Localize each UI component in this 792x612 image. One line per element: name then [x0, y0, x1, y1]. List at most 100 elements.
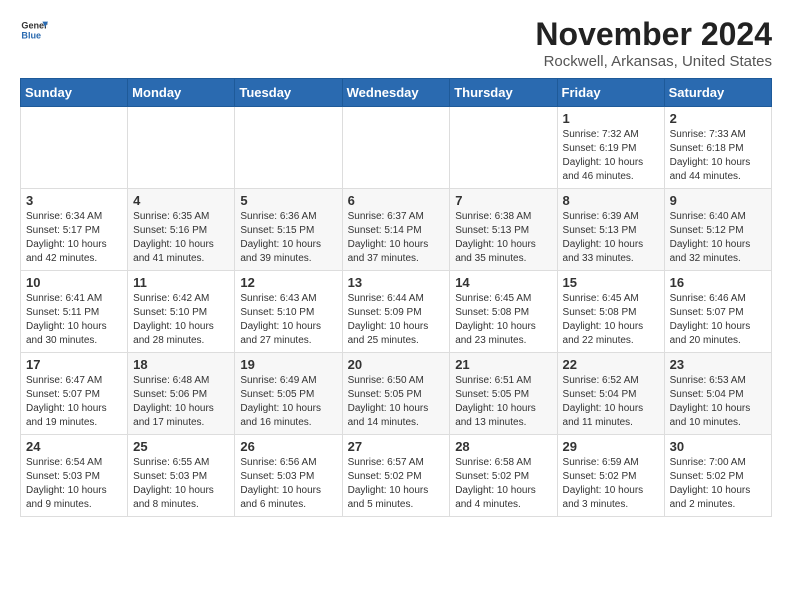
day-number: 11 [133, 275, 229, 290]
calendar-cell: 25 Sunrise: 6:55 AM Sunset: 5:03 PM Dayli… [128, 435, 235, 517]
day-info: Sunrise: 6:46 AM Sunset: 5:07 PM Dayligh… [670, 292, 766, 348]
day-number: 18 [133, 357, 229, 372]
calendar-cell [21, 107, 128, 189]
day-info: Sunrise: 6:35 AM Sunset: 5:16 PM Dayligh… [133, 210, 229, 266]
day-number: 21 [455, 357, 551, 372]
calendar-table: SundayMondayTuesdayWednesdayThursdayFrid… [20, 78, 772, 517]
calendar-cell [342, 107, 450, 189]
day-number: 12 [240, 275, 336, 290]
weekday-header-tuesday: Tuesday [235, 79, 342, 107]
calendar-cell: 15 Sunrise: 6:45 AM Sunset: 5:08 PM Dayli… [557, 271, 664, 353]
calendar-cell: 1 Sunrise: 7:32 AM Sunset: 6:19 PM Daylig… [557, 107, 664, 189]
logo-icon: General Blue [20, 16, 48, 44]
calendar-week-row: 10 Sunrise: 6:41 AM Sunset: 5:11 PM Dayli… [21, 271, 772, 353]
calendar-week-row: 17Sunrise: 6:47 AM Sunset: 5:07 PM Dayli… [21, 353, 772, 435]
day-number: 3 [26, 193, 122, 208]
day-number: 29 [563, 439, 659, 454]
day-number: 20 [348, 357, 445, 372]
calendar-cell: 14Sunrise: 6:45 AM Sunset: 5:08 PM Dayli… [450, 271, 557, 353]
day-number: 4 [133, 193, 229, 208]
day-info: Sunrise: 6:57 AM Sunset: 5:02 PM Dayligh… [348, 456, 445, 512]
day-info: Sunrise: 6:44 AM Sunset: 5:09 PM Dayligh… [348, 292, 445, 348]
month-title: November 2024 [535, 16, 772, 53]
day-info: Sunrise: 6:39 AM Sunset: 5:13 PM Dayligh… [563, 210, 659, 266]
calendar-week-row: 1 Sunrise: 7:32 AM Sunset: 6:19 PM Daylig… [21, 107, 772, 189]
day-info: Sunrise: 6:47 AM Sunset: 5:07 PM Dayligh… [26, 374, 122, 430]
day-number: 19 [240, 357, 336, 372]
calendar-cell: 29 Sunrise: 6:59 AM Sunset: 5:02 PM Dayli… [557, 435, 664, 517]
calendar-cell: 10 Sunrise: 6:41 AM Sunset: 5:11 PM Dayli… [21, 271, 128, 353]
day-number: 8 [563, 193, 659, 208]
calendar-cell: 5 Sunrise: 6:36 AM Sunset: 5:15 PM Daylig… [235, 189, 342, 271]
day-info: Sunrise: 7:33 AM Sunset: 6:18 PM Dayligh… [670, 128, 766, 184]
logo: General Blue [20, 16, 48, 44]
day-number: 9 [670, 193, 766, 208]
calendar-cell: 11 Sunrise: 6:42 AM Sunset: 5:10 PM Dayli… [128, 271, 235, 353]
weekday-header-monday: Monday [128, 79, 235, 107]
day-info: Sunrise: 6:56 AM Sunset: 5:03 PM Dayligh… [240, 456, 336, 512]
weekday-header-sunday: Sunday [21, 79, 128, 107]
day-info: Sunrise: 6:59 AM Sunset: 5:02 PM Dayligh… [563, 456, 659, 512]
calendar-cell: 27 Sunrise: 6:57 AM Sunset: 5:02 PM Dayli… [342, 435, 450, 517]
day-info: Sunrise: 6:38 AM Sunset: 5:13 PM Dayligh… [455, 210, 551, 266]
day-number: 7 [455, 193, 551, 208]
day-number: 13 [348, 275, 445, 290]
weekday-header-wednesday: Wednesday [342, 79, 450, 107]
day-info: Sunrise: 6:45 AM Sunset: 5:08 PM Dayligh… [563, 292, 659, 348]
day-info: Sunrise: 6:48 AM Sunset: 5:06 PM Dayligh… [133, 374, 229, 430]
weekday-header-saturday: Saturday [664, 79, 771, 107]
calendar-cell: 4 Sunrise: 6:35 AM Sunset: 5:16 PM Daylig… [128, 189, 235, 271]
calendar-cell: 13 Sunrise: 6:44 AM Sunset: 5:09 PM Dayli… [342, 271, 450, 353]
calendar-cell: 16 Sunrise: 6:46 AM Sunset: 5:07 PM Dayli… [664, 271, 771, 353]
day-info: Sunrise: 6:45 AM Sunset: 5:08 PM Dayligh… [455, 292, 551, 348]
day-number: 15 [563, 275, 659, 290]
calendar-cell: 22Sunrise: 6:52 AM Sunset: 5:04 PM Dayli… [557, 353, 664, 435]
day-number: 10 [26, 275, 122, 290]
calendar-cell: 8 Sunrise: 6:39 AM Sunset: 5:13 PM Daylig… [557, 189, 664, 271]
weekday-header-row: SundayMondayTuesdayWednesdayThursdayFrid… [21, 79, 772, 107]
day-info: Sunrise: 7:00 AM Sunset: 5:02 PM Dayligh… [670, 456, 766, 512]
day-info: Sunrise: 6:41 AM Sunset: 5:11 PM Dayligh… [26, 292, 122, 348]
day-number: 16 [670, 275, 766, 290]
day-info: Sunrise: 6:37 AM Sunset: 5:14 PM Dayligh… [348, 210, 445, 266]
calendar-cell: 21 Sunrise: 6:51 AM Sunset: 5:05 PM Dayli… [450, 353, 557, 435]
day-info: Sunrise: 6:55 AM Sunset: 5:03 PM Dayligh… [133, 456, 229, 512]
calendar-cell: 3 Sunrise: 6:34 AM Sunset: 5:17 PM Daylig… [21, 189, 128, 271]
day-number: 30 [670, 439, 766, 454]
calendar-cell: 17Sunrise: 6:47 AM Sunset: 5:07 PM Dayli… [21, 353, 128, 435]
day-number: 22 [563, 357, 659, 372]
weekday-header-thursday: Thursday [450, 79, 557, 107]
day-info: Sunrise: 6:50 AM Sunset: 5:05 PM Dayligh… [348, 374, 445, 430]
weekday-header-friday: Friday [557, 79, 664, 107]
calendar-cell: 18 Sunrise: 6:48 AM Sunset: 5:06 PM Dayli… [128, 353, 235, 435]
calendar-cell: 19Sunrise: 6:49 AM Sunset: 5:05 PM Dayli… [235, 353, 342, 435]
page-header: General Blue November 2024 Rockwell, Ark… [20, 16, 772, 70]
calendar-cell [235, 107, 342, 189]
calendar-cell: 7 Sunrise: 6:38 AM Sunset: 5:13 PM Daylig… [450, 189, 557, 271]
location-title: Rockwell, Arkansas, United States [535, 53, 772, 70]
calendar-cell: 26Sunrise: 6:56 AM Sunset: 5:03 PM Dayli… [235, 435, 342, 517]
day-number: 25 [133, 439, 229, 454]
day-number: 6 [348, 193, 445, 208]
day-number: 1 [563, 111, 659, 126]
day-info: Sunrise: 6:42 AM Sunset: 5:10 PM Dayligh… [133, 292, 229, 348]
day-number: 23 [670, 357, 766, 372]
day-info: Sunrise: 6:34 AM Sunset: 5:17 PM Dayligh… [26, 210, 122, 266]
calendar-cell: 2 Sunrise: 7:33 AM Sunset: 6:18 PM Daylig… [664, 107, 771, 189]
day-info: Sunrise: 6:51 AM Sunset: 5:05 PM Dayligh… [455, 374, 551, 430]
svg-text:Blue: Blue [21, 30, 41, 40]
day-number: 24 [26, 439, 122, 454]
day-number: 5 [240, 193, 336, 208]
day-info: Sunrise: 6:40 AM Sunset: 5:12 PM Dayligh… [670, 210, 766, 266]
day-number: 2 [670, 111, 766, 126]
title-section: November 2024 Rockwell, Arkansas, United… [535, 16, 772, 70]
calendar-cell: 24 Sunrise: 6:54 AM Sunset: 5:03 PM Dayli… [21, 435, 128, 517]
calendar-cell [450, 107, 557, 189]
day-info: Sunrise: 7:32 AM Sunset: 6:19 PM Dayligh… [563, 128, 659, 184]
day-number: 27 [348, 439, 445, 454]
calendar-week-row: 3 Sunrise: 6:34 AM Sunset: 5:17 PM Daylig… [21, 189, 772, 271]
day-info: Sunrise: 6:36 AM Sunset: 5:15 PM Dayligh… [240, 210, 336, 266]
calendar-cell: 23Sunrise: 6:53 AM Sunset: 5:04 PM Dayli… [664, 353, 771, 435]
calendar-cell [128, 107, 235, 189]
day-info: Sunrise: 6:54 AM Sunset: 5:03 PM Dayligh… [26, 456, 122, 512]
